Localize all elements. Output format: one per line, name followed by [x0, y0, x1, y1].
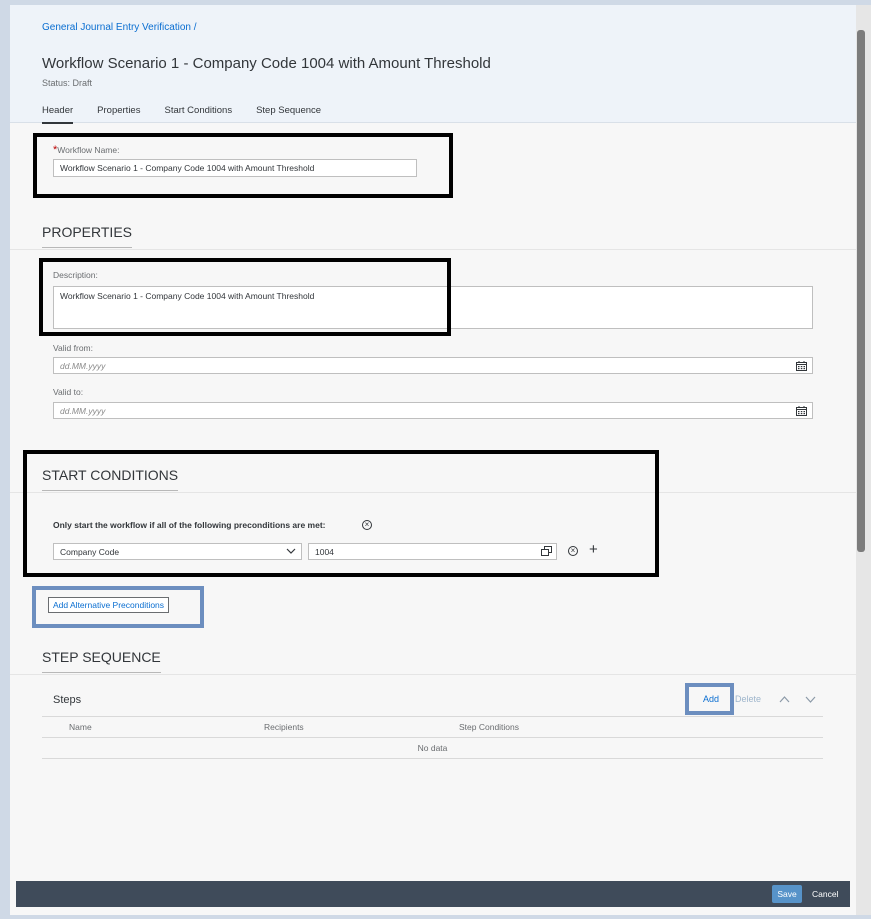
tab-bar: Header Properties Start Conditions Step …	[42, 105, 345, 124]
scrollbar-thumb[interactable]	[857, 30, 865, 552]
highlight-box	[39, 258, 451, 336]
cancel-button[interactable]: Cancel	[812, 885, 838, 903]
object-page-header: General Journal Entry Verification / Wor…	[10, 5, 856, 124]
step-sequence-section-title: STEP SEQUENCE	[42, 649, 161, 673]
section-divider	[10, 674, 856, 675]
delete-step-button[interactable]: Delete	[735, 694, 761, 704]
tab-header[interactable]: Header	[42, 105, 74, 124]
section-divider	[10, 249, 856, 250]
breadcrumb[interactable]: General Journal Entry Verification /	[42, 22, 197, 33]
tab-properties[interactable]: Properties	[97, 105, 140, 124]
highlight-box	[33, 133, 453, 198]
page-title: Workflow Scenario 1 - Company Code 1004 …	[42, 55, 491, 72]
valid-from-label: Valid from:	[53, 343, 93, 353]
no-data-row: No data	[42, 738, 823, 759]
valid-to-label: Valid to:	[53, 387, 84, 397]
steps-table-header: Name Recipients Step Conditions	[42, 716, 823, 738]
move-up-icon[interactable]	[779, 696, 790, 703]
valid-from-input[interactable]: dd.MM.yyyy	[53, 357, 813, 374]
move-down-icon[interactable]	[805, 696, 816, 703]
highlight-box	[685, 683, 734, 715]
highlight-box	[32, 586, 204, 628]
tab-start-conditions[interactable]: Start Conditions	[164, 105, 232, 124]
footer-toolbar	[16, 881, 850, 907]
valid-to-input[interactable]: dd.MM.yyyy	[53, 402, 813, 419]
properties-section-title: PROPERTIES	[42, 224, 132, 248]
column-recipients[interactable]: Recipients	[264, 722, 304, 732]
status-text: Status: Draft	[42, 78, 93, 88]
calendar-icon[interactable]	[796, 406, 807, 416]
steps-table-title: Steps	[53, 694, 82, 706]
tab-step-sequence[interactable]: Step Sequence	[256, 105, 321, 124]
column-name[interactable]: Name	[69, 722, 92, 732]
save-button[interactable]: Save	[772, 885, 802, 903]
column-step-conditions[interactable]: Step Conditions	[459, 722, 519, 732]
highlight-box	[23, 450, 659, 577]
calendar-icon[interactable]	[796, 361, 807, 371]
